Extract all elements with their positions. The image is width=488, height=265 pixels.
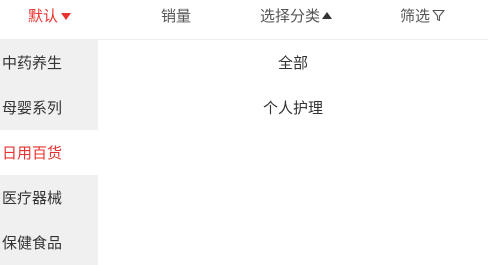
sidebar-item-label: 保健食品 [2,234,63,252]
subcategory-list: 全部 个人护理 [98,40,488,257]
tab-sales-label: 销量 [161,6,192,25]
sidebar-item-label: 母婴系列 [2,99,63,117]
caret-down-icon [61,12,72,20]
tab-filter-label: 筛选 [400,6,431,25]
sort-filter-bar: 默认 销量 选择分类 筛选 [0,0,488,40]
sidebar-item-daily-goods[interactable]: 日用百货 [0,130,98,175]
tab-category-label: 选择分类 [260,6,321,25]
subcategory-item-all[interactable]: 全部 [98,40,488,85]
sidebar-item-maternal-baby[interactable]: 母婴系列 [0,85,98,130]
sidebar-item-medical-devices[interactable]: 医疗器械 [0,175,98,220]
tab-filter[interactable]: 筛选 [400,0,445,30]
caret-up-icon [322,11,333,19]
subcategory-item-personal-care[interactable]: 个人护理 [98,85,488,130]
sidebar-item-label: 日用百货 [2,144,63,162]
category-panel: 中药养生 母婴系列 日用百货 医疗器械 保健食品 全部 个人护理 [0,40,488,265]
sidebar-item-health-food[interactable]: 保健食品 [0,220,98,265]
tab-default-sort[interactable]: 默认 [28,0,72,30]
sidebar-item-chinese-medicine[interactable]: 中药养生 [0,40,98,85]
tab-default-label: 默认 [28,6,59,25]
category-sidebar: 中药养生 母婴系列 日用百货 医疗器械 保健食品 [0,40,98,265]
subcategory-label: 个人护理 [262,99,323,117]
tab-select-category[interactable]: 选择分类 [260,0,333,30]
sidebar-item-label: 医疗器械 [2,189,63,207]
subcategory-label: 全部 [277,54,308,72]
sidebar-item-label: 中药养生 [2,54,63,72]
tab-sales[interactable]: 销量 [161,0,191,30]
filter-funnel-icon [432,9,445,21]
